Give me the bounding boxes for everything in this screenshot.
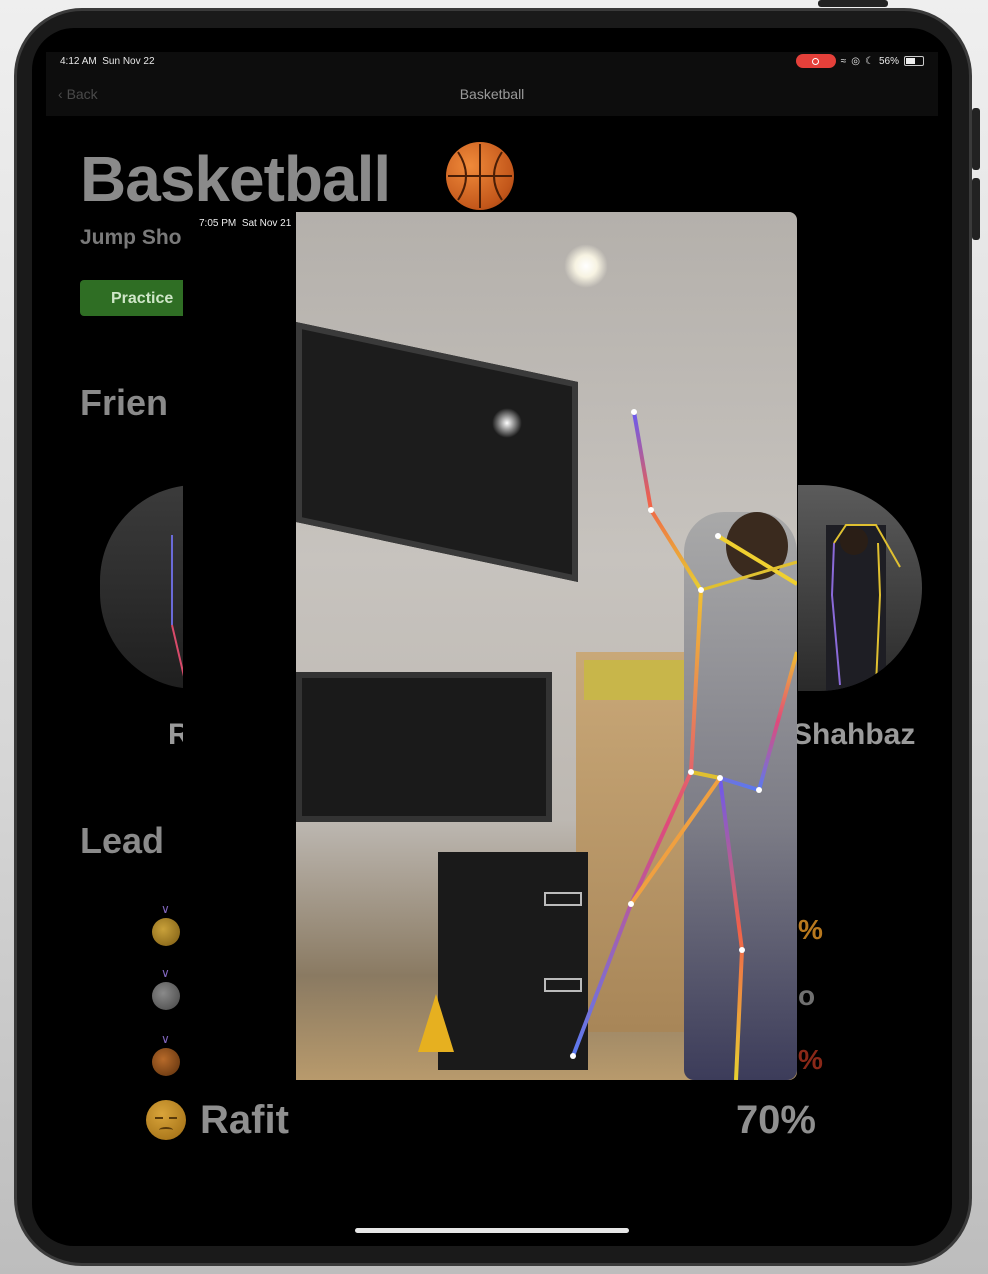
practice-button[interactable]: Practice: [80, 280, 190, 316]
nav-title: Basketball: [459, 86, 525, 102]
volume-down-button: [972, 178, 980, 240]
silver-medal-icon: [152, 982, 180, 1010]
gold-medal-icon: [152, 918, 180, 946]
volume-up-button: [972, 108, 980, 170]
page-title: Basketball: [80, 143, 391, 215]
status-indicators: ≈ ◎ ☾ 56%: [795, 54, 924, 68]
video-timestamp: 7:05 PM Sat Nov 21: [199, 218, 292, 229]
ribbon-icon: ∨: [161, 1032, 170, 1046]
leaderboard-heading: Lead: [80, 820, 165, 861]
navigation-bar: ‹ Back Basketball: [46, 70, 938, 116]
leaderboard-row[interactable]: Rafit 70%: [146, 1098, 816, 1144]
bronze-medal-icon: [152, 1048, 180, 1076]
ribbon-icon: ∨: [161, 966, 170, 980]
leaderboard-score: 70%: [735, 1098, 816, 1142]
status-time: 4:12 AM Sun Nov 22: [60, 56, 155, 67]
leaderboard-name: Rafit: [200, 1098, 289, 1142]
pose-skeleton: [570, 409, 797, 1080]
screen-recording-indicator[interactable]: [795, 54, 836, 68]
top-button: [818, 0, 888, 7]
moon-icon: ☾: [865, 55, 874, 67]
battery-percent: 56%: [878, 55, 899, 67]
status-bar: 4:12 AM Sun Nov 22 ≈ ◎ ☾ 56%: [46, 52, 938, 70]
leaderboard-score: o: [798, 980, 816, 1011]
location-icon: ◎: [851, 55, 861, 67]
ribbon-icon: ∨: [161, 902, 170, 916]
sad-face-icon: [146, 1100, 186, 1140]
video-preview-overlay[interactable]: 7:05 PM Sat Nov 21: [183, 212, 797, 1080]
leaderboard-score: %: [798, 1044, 823, 1075]
home-indicator[interactable]: [355, 1228, 629, 1233]
friend-name: Shahbaz: [792, 718, 916, 751]
friends-heading: Frien: [80, 382, 169, 423]
drill-subtitle: Jump Sho: [80, 226, 182, 249]
basketball-icon: [446, 142, 514, 210]
battery-icon: [904, 56, 924, 66]
leaderboard-score: %: [798, 914, 823, 945]
wifi-icon: ≈: [840, 55, 847, 67]
video-frame: [296, 212, 797, 1080]
